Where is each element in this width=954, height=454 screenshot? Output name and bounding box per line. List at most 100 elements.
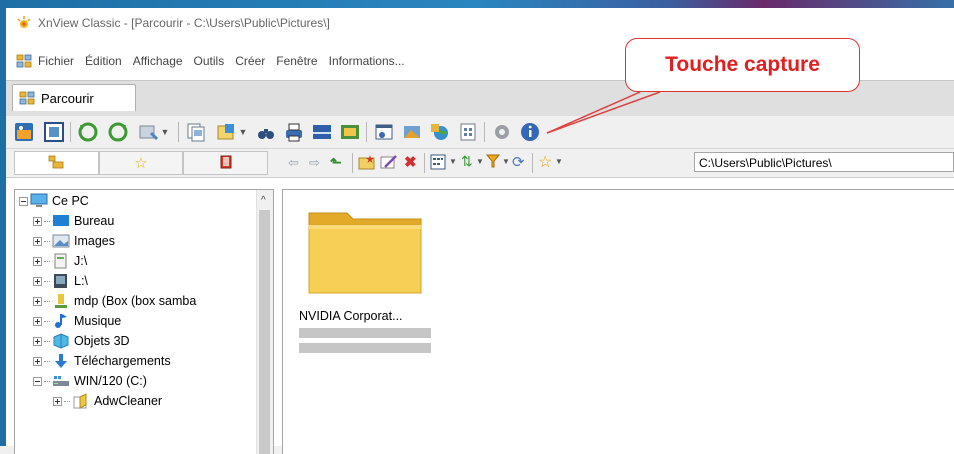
desktop-icon [52,213,70,229]
tree-expand-toggle[interactable] [33,336,42,346]
wallpaper-icon[interactable] [400,120,424,144]
browser-tab-icon [19,91,35,105]
drive-icon [52,273,70,289]
main-toolbar: ▼ ▼ [6,116,954,149]
toolbar-separator [70,122,71,142]
chevron-down-icon[interactable]: ▼ [449,157,457,166]
objects-3d-icon [52,333,70,349]
sort-icon[interactable]: ⇅ [461,153,473,170]
tree-expand-toggle[interactable] [33,216,42,226]
refresh-icon[interactable]: ⟳ [512,153,525,171]
chevron-down-icon[interactable]: ▼ [502,157,510,166]
toolbar-separator [178,122,179,142]
folder-thumbnail-icon [307,205,423,295]
tree-expand-toggle[interactable] [33,316,42,326]
tree-item-images[interactable]: Images [33,231,115,251]
folders-panel-tab[interactable] [14,151,99,175]
print-icon[interactable] [282,120,306,144]
folder-icon [72,393,90,409]
copy-icon[interactable] [184,120,208,144]
rotate-right-icon[interactable] [106,120,130,144]
capture-icon[interactable] [372,120,396,144]
chevron-down-icon[interactable]: ▼ [555,157,563,166]
tree-item-musique[interactable]: Musique [33,311,121,331]
parent-folder-icon[interactable]: ⬑ [330,154,342,171]
menu-edition[interactable]: Édition [85,54,122,68]
tree-expand-toggle[interactable] [33,296,42,306]
web-export-icon[interactable] [428,120,452,144]
open-folder-icon[interactable] [214,120,238,144]
panel-tabs: ☆ [14,151,269,175]
tree-expand-toggle[interactable] [33,356,42,366]
browser-menu-icon[interactable] [16,54,32,68]
tree-expand-toggle[interactable] [33,256,42,266]
favorites-star-icon: ☆ [134,155,148,172]
toolbar-separator [352,153,353,173]
tree-item-label: Bureau [74,214,115,228]
tree-item-j-drive[interactable]: J:\ [33,251,87,271]
forward-arrow-icon[interactable]: ⇨ [309,155,320,171]
menu-affichage[interactable]: Affichage [133,54,183,68]
tree-item-adwcleaner[interactable]: AdwCleaner [53,391,162,411]
tree-item-mdp[interactable]: mdp (Box (box samba [33,291,196,311]
tree-item-telechargements[interactable]: Téléchargements [33,351,171,371]
tree-item-label: J:\ [74,254,88,268]
tree-scrollbar[interactable]: ^ [256,190,273,454]
menu-fichier[interactable]: Fichier [38,54,74,68]
tree-item-win-c[interactable]: WIN/120 (C:) [33,371,147,391]
tab-parcourir[interactable]: Parcourir [12,84,136,111]
new-folder-icon[interactable] [358,154,376,173]
address-path-field[interactable]: C:\Users\Public\Pictures\ [694,152,954,172]
tree-item-l-drive[interactable]: L:\ [33,271,88,291]
menu-fenetre[interactable]: Fenêtre [276,54,317,68]
scrollbar-thumb[interactable] [259,210,270,454]
fullscreen-icon[interactable] [42,120,66,144]
back-arrow-icon[interactable]: ⇦ [288,155,299,171]
chevron-down-icon[interactable]: ▼ [158,120,172,144]
tree-collapse-toggle[interactable] [33,376,42,386]
slideshow-icon[interactable] [136,120,160,144]
tree-expand-toggle[interactable] [53,396,62,406]
chevron-down-icon[interactable]: ▼ [236,120,250,144]
thumbnail-name: NVIDIA Corporat... [299,309,403,323]
batch-convert-icon[interactable] [338,120,362,144]
tree-item-label: mdp (Box (box samba [74,294,197,308]
tab-label: Parcourir [41,90,94,106]
open-image-icon[interactable] [12,120,36,144]
network-drive-icon [52,293,70,309]
tree-expand-toggle[interactable] [33,236,42,246]
tree-item-label: Ce PC [52,194,89,208]
annotation-callout: Touche capture [625,38,860,92]
contact-sheet-icon[interactable] [456,120,480,144]
info-icon[interactable] [518,120,542,144]
computer-icon [30,193,48,209]
tree-item-label: Téléchargements [74,354,171,368]
delete-icon[interactable]: ✖ [404,153,417,171]
find-binoculars-icon[interactable] [254,120,278,144]
scroll-up-icon[interactable]: ^ [261,195,266,206]
filter-icon[interactable] [485,153,501,172]
rotate-left-icon[interactable] [76,120,100,144]
favorites-panel-tab[interactable]: ☆ [98,151,184,175]
tree-item-bureau[interactable]: Bureau [33,211,114,231]
categories-panel-tab[interactable] [183,151,269,175]
menu-outils[interactable]: Outils [194,54,225,68]
tree-item-ce-pc[interactable]: Ce PC [19,191,89,211]
favorites-add-icon[interactable]: ☆ [538,152,552,172]
menu-creer[interactable]: Créer [235,54,265,68]
settings-gear-icon[interactable] [490,120,514,144]
title-bar: XnView Classic - [Parcourir - C:\Users\P… [6,8,954,38]
chevron-down-icon[interactable]: ▼ [476,157,484,166]
thumbnail-item[interactable]: NVIDIA Corporat... [299,200,431,353]
thumbnail-info-bar [299,328,431,338]
downloads-icon [52,353,70,369]
drive-icon [52,253,70,269]
menu-informations[interactable]: Informations... [329,54,405,68]
rename-icon[interactable] [380,154,398,173]
thumbnail-info-bar [299,343,431,353]
scanner-icon[interactable] [310,120,334,144]
tree-collapse-toggle[interactable] [19,196,28,206]
tree-expand-toggle[interactable] [33,276,42,286]
tree-item-objets-3d[interactable]: Objets 3D [33,331,130,351]
view-mode-icon[interactable] [430,154,446,173]
